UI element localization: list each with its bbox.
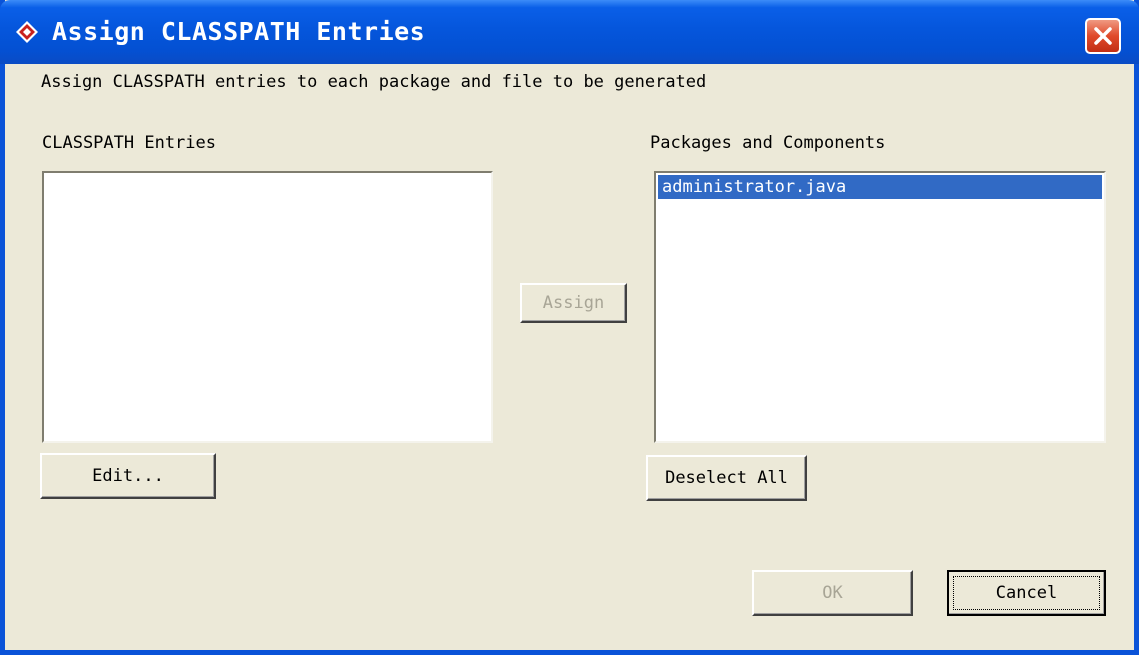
title-bar[interactable]: Assign CLASSPATH Entries bbox=[0, 0, 1139, 64]
close-icon bbox=[1094, 27, 1112, 45]
packages-components-list[interactable]: administrator.java bbox=[654, 171, 1106, 443]
classpath-entries-list[interactable] bbox=[42, 171, 493, 443]
packages-components-label: Packages and Components bbox=[650, 133, 886, 153]
window-title: Assign CLASSPATH Entries bbox=[52, 17, 426, 46]
list-item[interactable]: administrator.java bbox=[658, 175, 1102, 199]
cancel-button[interactable]: Cancel bbox=[947, 570, 1106, 616]
diamond-app-icon bbox=[16, 21, 38, 43]
assign-button[interactable]: Assign bbox=[520, 283, 627, 323]
assign-classpath-dialog: Assign CLASSPATH Entries Assign CLASSPAT… bbox=[0, 0, 1139, 655]
deselect-all-button[interactable]: Deselect All bbox=[646, 455, 807, 501]
edit-button[interactable]: Edit... bbox=[40, 453, 216, 499]
close-button[interactable] bbox=[1085, 18, 1121, 54]
ok-button[interactable]: OK bbox=[752, 570, 913, 616]
classpath-entries-label: CLASSPATH Entries bbox=[42, 133, 216, 153]
instruction-text: Assign CLASSPATH entries to each package… bbox=[41, 72, 707, 92]
